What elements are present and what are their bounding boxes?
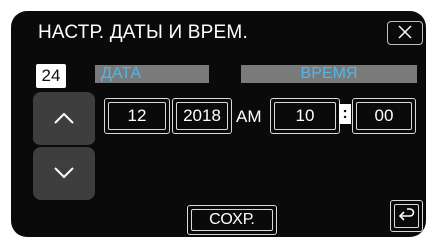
chevron-down-icon — [54, 167, 74, 179]
day-value[interactable]: 24 — [36, 64, 66, 88]
minute-field[interactable]: 00 — [352, 98, 416, 134]
time-label: ВРЕМЯ — [241, 65, 417, 83]
save-button-label: СОХР. — [191, 209, 273, 231]
year-field[interactable]: 2018 — [172, 98, 232, 134]
increase-button[interactable] — [33, 92, 95, 147]
close-button[interactable] — [387, 21, 423, 45]
decrease-button[interactable] — [33, 147, 95, 200]
ampm-indicator: AM — [236, 107, 262, 126]
date-time-settings-screen: НАСТР. ДАТЫ И ВРЕМ. 24 ДАТА ВРЕМЯ 12 201… — [11, 11, 426, 237]
close-icon — [398, 25, 412, 39]
month-field[interactable]: 12 — [104, 98, 170, 134]
hour-value: 10 — [274, 102, 336, 130]
page-title: НАСТР. ДАТЫ И ВРЕМ. — [38, 22, 248, 43]
back-button-frame — [394, 204, 419, 228]
chevron-up-icon — [54, 112, 74, 124]
back-button[interactable] — [390, 200, 423, 232]
minute-value: 00 — [356, 102, 412, 130]
time-separator: : — [339, 104, 351, 124]
return-icon — [398, 208, 415, 221]
save-button[interactable]: СОХР. — [187, 205, 277, 235]
year-value: 2018 — [176, 102, 228, 130]
month-value: 12 — [108, 102, 166, 130]
date-label: ДАТА — [95, 65, 209, 83]
hour-field[interactable]: 10 — [270, 98, 340, 134]
